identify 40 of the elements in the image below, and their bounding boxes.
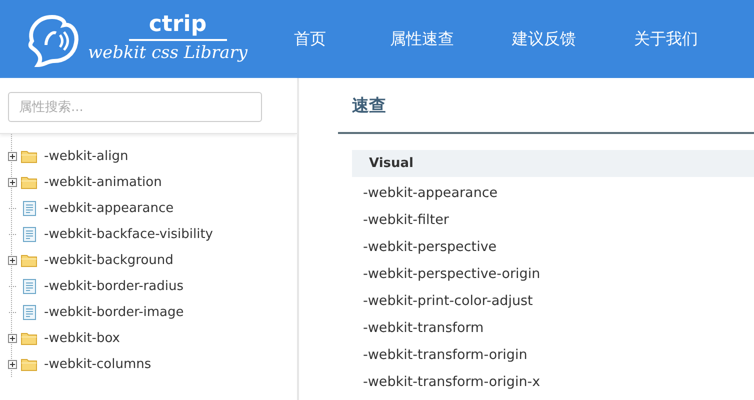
expand-toggle-icon[interactable]	[8, 178, 17, 186]
search-field[interactable]: 属性搜索...	[8, 92, 262, 122]
group-heading: Visual	[369, 156, 414, 171]
property-link[interactable]: -webkit-transform	[339, 315, 754, 342]
expand-toggle-icon[interactable]	[8, 152, 17, 160]
nav-link[interactable]: 关于我们	[632, 28, 754, 50]
folder-icon	[21, 254, 37, 266]
expand-toggle-icon[interactable]	[8, 334, 17, 342]
property-link[interactable]: -webkit-filter	[339, 207, 754, 234]
tree-item[interactable]: -webkit-align	[44, 148, 128, 164]
document-icon	[23, 226, 36, 242]
property-link[interactable]: -webkit-print-color-adjust	[339, 288, 754, 315]
nav-link[interactable]: 建议反馈	[510, 28, 632, 50]
tree-item[interactable]: -webkit-box	[44, 330, 120, 346]
property-link[interactable]: -webkit-perspective	[339, 234, 754, 261]
property-link[interactable]: -webkit-perspective-origin	[339, 261, 754, 288]
logo-brand: ctrip	[128, 13, 227, 41]
property-link[interactable]: -webkit-appearance	[339, 180, 754, 207]
tree-item[interactable]: -webkit-columns	[44, 356, 152, 372]
folder-icon	[21, 332, 37, 344]
folder-icon	[21, 150, 37, 162]
tree-item[interactable]: -webkit-appearance	[44, 200, 174, 216]
folder-icon	[21, 176, 37, 188]
tree-item[interactable]: -webkit-background	[44, 252, 174, 268]
property-link[interactable]: -webkit-transform-origin	[339, 342, 754, 369]
tree-item[interactable]: -webkit-backface-visibility	[44, 226, 213, 242]
nav-link[interactable]: 首页	[292, 28, 388, 50]
nav-link[interactable]: 属性速查	[388, 28, 510, 50]
logo-subtitle: webkit css Library	[88, 42, 248, 65]
expand-toggle-icon[interactable]	[8, 256, 17, 264]
tree-item[interactable]: -webkit-border-radius	[44, 278, 184, 294]
property-link[interactable]: -webkit-transform-origin-x	[339, 369, 754, 396]
tree-item[interactable]: -webkit-border-image	[44, 304, 184, 320]
tree-item[interactable]: -webkit-animation	[44, 174, 162, 190]
document-icon	[23, 278, 36, 294]
section-title: 速查	[338, 78, 754, 134]
expand-toggle-icon[interactable]	[8, 360, 17, 368]
document-icon	[23, 304, 36, 320]
document-icon	[23, 200, 36, 216]
folder-icon	[21, 358, 37, 370]
